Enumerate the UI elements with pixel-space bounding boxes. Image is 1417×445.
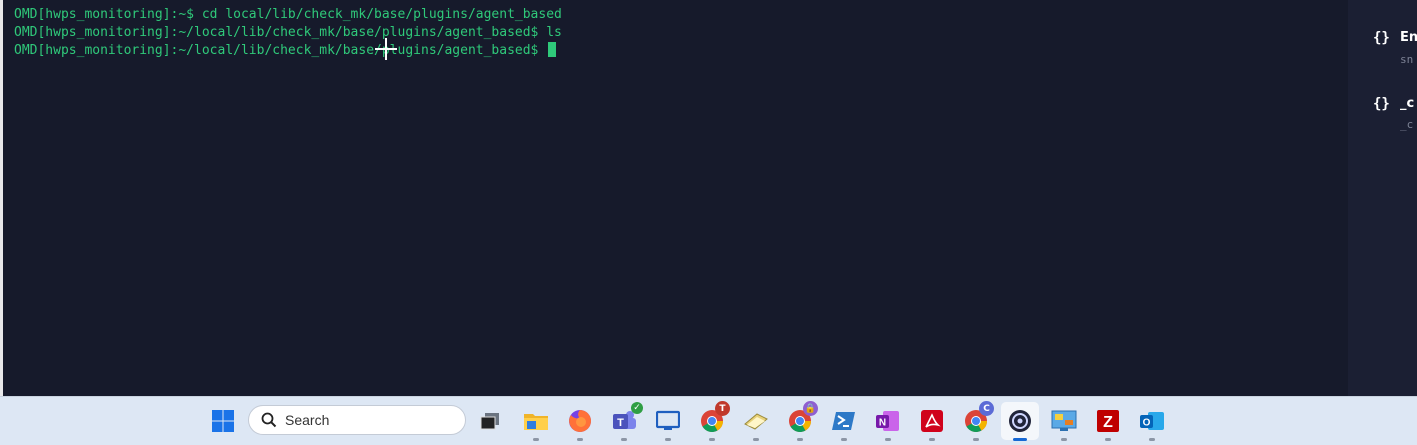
folder-icon bbox=[524, 414, 548, 430]
control-panel-icon bbox=[1051, 410, 1077, 431]
running-indicator bbox=[841, 438, 847, 441]
monitor-icon bbox=[656, 410, 680, 430]
chrome-button[interactable]: T bbox=[696, 401, 730, 441]
filezilla-icon: Z bbox=[1097, 410, 1119, 432]
notepad-icon bbox=[744, 413, 768, 430]
running-indicator bbox=[1149, 438, 1155, 441]
firefox-button[interactable] bbox=[564, 405, 596, 441]
svg-text:O: O bbox=[1143, 418, 1151, 429]
running-indicator bbox=[973, 438, 979, 441]
outlook-button[interactable]: O bbox=[1136, 405, 1168, 441]
onenote-icon: N bbox=[876, 411, 899, 431]
start-button[interactable] bbox=[207, 405, 239, 437]
terminal-icon bbox=[832, 412, 855, 430]
terminal-prompt: OMD[hwps_monitoring]:~/local/lib/check_m… bbox=[14, 43, 547, 58]
teams-button[interactable]: T ✓ bbox=[608, 402, 643, 441]
profile-badge: T bbox=[715, 401, 730, 416]
onenote-button[interactable]: N bbox=[872, 405, 904, 441]
running-indicator bbox=[621, 438, 627, 441]
taskbar: T ✓ T 🔒 bbox=[0, 396, 1417, 445]
running-indicator bbox=[665, 438, 671, 441]
search-icon bbox=[261, 412, 277, 428]
lock-icon: 🔒 bbox=[803, 401, 818, 416]
taskbar-search[interactable] bbox=[248, 405, 466, 435]
running-indicator bbox=[577, 438, 583, 441]
control-panel-button[interactable] bbox=[1048, 405, 1080, 441]
text-cursor bbox=[548, 42, 557, 57]
active-indicator bbox=[1013, 438, 1027, 441]
outline-item-title: _c bbox=[1400, 96, 1415, 111]
windows-logo-icon bbox=[212, 410, 234, 432]
terminal-window[interactable]: ▔▔▔▔▔▔▔▔ OMD[hwps_monitoring]:~$ cd loca… bbox=[3, 0, 1348, 396]
outline-item[interactable]: {} Ena bbox=[1373, 30, 1417, 46]
running-indicator bbox=[1105, 438, 1111, 441]
outline-item-title: Ena bbox=[1400, 30, 1417, 45]
status-check-icon: ✓ bbox=[631, 402, 643, 414]
braces-icon: {} bbox=[1373, 96, 1390, 112]
chrome-button[interactable]: C bbox=[960, 401, 994, 441]
remote-desktop-button[interactable] bbox=[652, 405, 684, 441]
outline-item-subtitle: _c bbox=[1400, 118, 1414, 131]
outlook-icon: O bbox=[1140, 412, 1164, 430]
terminal-app-button[interactable] bbox=[1001, 402, 1039, 441]
powershell-button[interactable] bbox=[828, 405, 860, 441]
running-indicator bbox=[533, 438, 539, 441]
running-indicator bbox=[1061, 438, 1067, 441]
notes-app-button[interactable] bbox=[740, 405, 772, 441]
svg-text:Z: Z bbox=[1103, 414, 1113, 431]
terminal-line-1: OMD[hwps_monitoring]:~$ cd local/lib/che… bbox=[14, 7, 562, 22]
filezilla-button[interactable]: Z bbox=[1092, 405, 1124, 441]
running-indicator bbox=[753, 438, 759, 441]
acrobat-button[interactable] bbox=[916, 405, 948, 441]
search-input[interactable] bbox=[283, 411, 457, 429]
outline-item[interactable]: {} _c bbox=[1373, 96, 1414, 112]
outline-panel: {} Ena sn {} _c _c bbox=[1348, 0, 1417, 396]
svg-text:T: T bbox=[617, 417, 624, 429]
chrome-button[interactable]: 🔒 bbox=[784, 401, 818, 441]
running-indicator bbox=[929, 438, 935, 441]
firefox-icon bbox=[569, 410, 591, 432]
crosshair-cursor-icon bbox=[375, 38, 397, 60]
pdf-icon bbox=[921, 410, 943, 432]
terminal-round-icon bbox=[1009, 410, 1031, 432]
braces-icon: {} bbox=[1373, 30, 1390, 46]
outline-item-subtitle: sn bbox=[1400, 53, 1414, 66]
svg-text:N: N bbox=[879, 418, 886, 429]
task-view-icon bbox=[480, 413, 499, 430]
terminal-line-3: OMD[hwps_monitoring]:~/local/lib/check_m… bbox=[14, 42, 557, 60]
running-indicator bbox=[885, 438, 891, 441]
task-view-button[interactable] bbox=[474, 405, 506, 437]
running-indicator bbox=[797, 438, 803, 441]
file-explorer-button[interactable] bbox=[520, 405, 552, 441]
profile-badge: C bbox=[979, 401, 994, 416]
running-indicator bbox=[709, 438, 715, 441]
terminal-line-2: OMD[hwps_monitoring]:~/local/lib/check_m… bbox=[14, 25, 562, 40]
